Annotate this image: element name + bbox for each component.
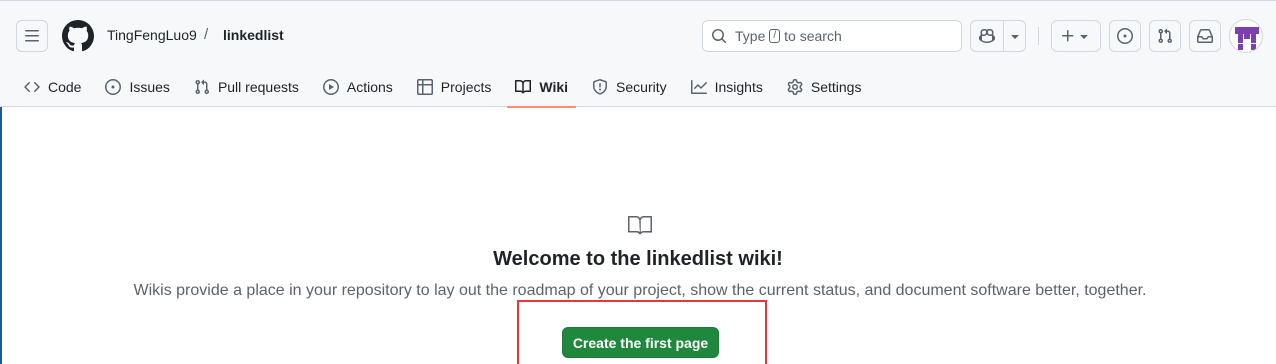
- open-global-navigation-button[interactable]: [16, 20, 48, 52]
- git-pull-request-icon: [195, 79, 209, 95]
- copilot-split-divider: [1003, 21, 1004, 51]
- tab-label: Wiki: [539, 79, 569, 95]
- repo-navigation: Code Issues Pull requests Actions Projec…: [16, 67, 877, 108]
- git-pull-request-icon: [1158, 28, 1173, 44]
- tab-label: Actions: [346, 79, 393, 95]
- copilot-icon: [979, 28, 995, 44]
- blankslate-description: Wikis provide a place in your repository…: [133, 282, 1147, 299]
- inbox-icon: [1197, 29, 1213, 43]
- gear-icon: [787, 79, 803, 95]
- search-shortcut-key: /: [769, 29, 781, 43]
- create-first-page-button[interactable]: Create the first page: [562, 327, 719, 358]
- tab-label: Insights: [714, 79, 763, 95]
- book-icon: [628, 216, 652, 235]
- issue-opened-icon: [105, 79, 122, 95]
- tab-label: Issues: [129, 79, 170, 95]
- copilot-button[interactable]: [970, 20, 1026, 52]
- avatar[interactable]: [1229, 19, 1263, 53]
- tab-security[interactable]: Security: [584, 67, 675, 107]
- search-icon: [712, 29, 727, 44]
- triangle-down-icon[interactable]: [1007, 28, 1023, 44]
- graph-icon: [690, 80, 707, 94]
- plus-icon: [1062, 30, 1074, 42]
- tab-insights[interactable]: Insights: [683, 67, 771, 107]
- tab-projects[interactable]: Projects: [409, 67, 500, 107]
- avatar-identicon: [1235, 27, 1259, 50]
- book-icon: [515, 79, 532, 94]
- global-bar: TingFengLuo9 / linkedlist Type / to sear…: [0, 1, 1276, 67]
- tab-label: Code: [48, 79, 82, 95]
- table-icon: [416, 79, 433, 95]
- tab-pull-requests[interactable]: Pull requests: [186, 67, 307, 107]
- tab-label: Pull requests: [217, 79, 299, 95]
- breadcrumb-separator: /: [204, 26, 209, 43]
- triangle-down-icon: [1080, 35, 1088, 39]
- issue-opened-icon: [1117, 28, 1133, 44]
- code-icon: [24, 81, 40, 93]
- repo-name-link[interactable]: linkedlist: [223, 27, 284, 43]
- create-new-button[interactable]: [1051, 20, 1101, 52]
- tab-code[interactable]: Code: [16, 67, 89, 107]
- shield-icon: [593, 79, 608, 95]
- search-placeholder-prefix: Type: [735, 28, 766, 44]
- tab-label: Security: [616, 79, 667, 95]
- repo-owner-link[interactable]: TingFengLuo9: [107, 27, 197, 43]
- tab-label: Projects: [440, 79, 492, 95]
- tab-wiki[interactable]: Wiki: [507, 67, 576, 108]
- your-issues-button[interactable]: [1109, 20, 1141, 52]
- hamburger-icon: [25, 30, 39, 42]
- blankslate-heading: Welcome to the linkedlist wiki!: [493, 248, 783, 270]
- tab-actions[interactable]: Actions: [315, 67, 401, 107]
- notifications-button[interactable]: [1189, 20, 1221, 52]
- wiki-blankslate: Welcome to the linkedlist wiki! Wikis pr…: [0, 108, 1276, 364]
- tab-label: Settings: [810, 79, 862, 95]
- play-icon: [322, 79, 339, 95]
- header-divider: [1038, 27, 1039, 45]
- github-logo-icon[interactable]: [62, 20, 94, 52]
- tab-settings[interactable]: Settings: [779, 67, 870, 107]
- tab-issues[interactable]: Issues: [97, 67, 177, 107]
- search-placeholder-suffix: to search: [784, 28, 842, 44]
- your-pull-requests-button[interactable]: [1149, 20, 1181, 52]
- search-input[interactable]: Type / to search: [702, 20, 962, 52]
- app-header: TingFengLuo9 / linkedlist Type / to sear…: [0, 0, 1276, 108]
